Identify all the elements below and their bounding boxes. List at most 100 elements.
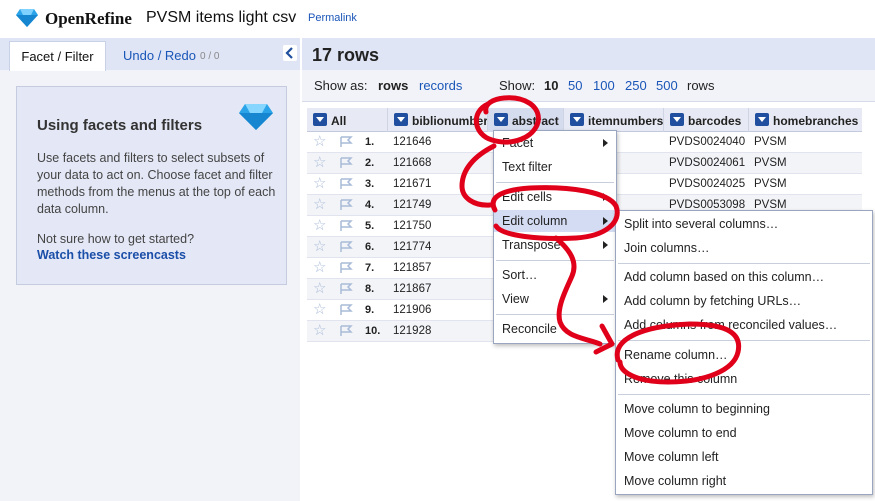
permalink-link[interactable]: Permalink <box>308 12 357 24</box>
page-size-10[interactable]: 10 <box>544 78 558 93</box>
cell-barcode[interactable]: PVDS0024040 <box>669 132 745 152</box>
column-menu-arrow-icon[interactable] <box>755 113 769 127</box>
submenu-arrow-icon <box>603 241 608 249</box>
cell-homebranch[interactable]: PVSM <box>754 132 787 152</box>
star-icon[interactable]: ☆ <box>313 300 327 320</box>
star-icon[interactable]: ☆ <box>313 174 327 194</box>
menu-item-join-columns[interactable]: Join columns… <box>616 237 872 259</box>
menu-item-remove-column[interactable]: Remove this column <box>616 368 872 390</box>
cell-biblionumber[interactable]: 121750 <box>393 216 431 236</box>
cell-biblionumber[interactable]: 121646 <box>393 132 431 152</box>
star-icon[interactable]: ☆ <box>313 216 327 236</box>
flag-icon[interactable] <box>339 262 353 274</box>
menu-item-move-left[interactable]: Move column left <box>616 446 872 468</box>
column-menu-arrow-icon[interactable] <box>313 113 327 127</box>
column-menu-arrow-icon[interactable] <box>670 113 684 127</box>
cell-biblionumber[interactable]: 121671 <box>393 174 431 194</box>
column-menu-arrow-icon[interactable] <box>570 113 584 127</box>
column-header-biblionumber[interactable]: biblionumber <box>387 108 487 132</box>
flag-icon[interactable] <box>339 136 353 148</box>
cell-barcode[interactable]: PVDS0024025 <box>669 174 745 194</box>
flag-icon[interactable] <box>339 241 353 253</box>
column-header-homebranches[interactable]: homebranches <box>748 108 862 132</box>
column-menu-arrow-icon[interactable] <box>494 113 508 127</box>
menu-item-move-beginning[interactable]: Move column to beginning <box>616 398 872 420</box>
facet-help-heading: Using facets and filters <box>37 117 203 134</box>
row-index: 4. <box>365 199 375 211</box>
page-size-250[interactable]: 250 <box>625 78 647 93</box>
column-header-all[interactable]: All <box>307 108 358 132</box>
row-index: 8. <box>365 283 375 295</box>
cell-biblionumber[interactable]: 121906 <box>393 300 431 320</box>
page-size-label: Show: <box>499 78 536 93</box>
menu-item-edit-column[interactable]: Edit column <box>494 210 616 232</box>
collapse-panel-chevron-icon[interactable] <box>283 45 297 61</box>
app-logo-text[interactable]: OpenRefine <box>45 9 132 29</box>
row-index: 3. <box>365 178 375 190</box>
row-index: 1. <box>365 136 375 148</box>
flag-icon[interactable] <box>339 157 353 169</box>
menu-item-split-columns[interactable]: Split into several columns… <box>616 213 872 235</box>
project-title[interactable]: PVSM items light csv <box>146 9 296 27</box>
page-size-500[interactable]: 500 <box>656 78 678 93</box>
star-icon[interactable]: ☆ <box>313 321 327 341</box>
menu-item-sort[interactable]: Sort… <box>494 264 616 286</box>
column-menu-arrow-icon[interactable] <box>394 113 408 127</box>
show-as-rows-option[interactable]: rows <box>378 78 408 93</box>
page-size-50[interactable]: 50 <box>568 78 582 93</box>
star-icon[interactable]: ☆ <box>313 258 327 278</box>
cell-biblionumber[interactable]: 121857 <box>393 258 431 278</box>
cell-barcode[interactable]: PVDS0024061 <box>669 153 745 173</box>
page-size-suffix: rows <box>687 78 715 93</box>
flag-icon[interactable] <box>339 178 353 190</box>
menu-divider <box>618 394 870 395</box>
menu-item-add-column-fetch-urls[interactable]: Add column by fetching URLs… <box>616 290 872 312</box>
cell-homebranch[interactable]: PVSM <box>754 153 787 173</box>
star-icon[interactable]: ☆ <box>313 237 327 257</box>
menu-item-reconcile[interactable]: Reconcile <box>494 318 616 340</box>
flag-icon[interactable] <box>339 220 353 232</box>
page-size-100[interactable]: 100 <box>593 78 615 93</box>
column-context-menu: Facet Text filter Edit cells Edit column… <box>493 130 617 344</box>
star-icon[interactable]: ☆ <box>313 279 327 299</box>
flag-icon[interactable] <box>339 325 353 337</box>
menu-item-transpose[interactable]: Transpose <box>494 234 616 256</box>
menu-item-edit-cells[interactable]: Edit cells <box>494 186 616 208</box>
star-icon[interactable]: ☆ <box>313 132 327 152</box>
menu-item-rename-column[interactable]: Rename column… <box>616 344 872 366</box>
cell-homebranch[interactable]: PVSM <box>754 174 787 194</box>
row-index: 6. <box>365 241 375 253</box>
column-header-abstract[interactable]: abstract <box>487 108 563 132</box>
column-header-barcodes[interactable]: barcodes <box>663 108 748 132</box>
flag-icon[interactable] <box>339 304 353 316</box>
cell-biblionumber[interactable]: 121749 <box>393 195 431 215</box>
cell-biblionumber[interactable]: 121928 <box>393 321 431 341</box>
menu-item-move-right[interactable]: Move column right <box>616 470 872 492</box>
menu-item-add-reconciled-columns[interactable]: Add columns from reconciled values… <box>616 314 872 336</box>
row-index: 7. <box>365 262 375 274</box>
menu-divider <box>496 314 614 315</box>
flag-icon[interactable] <box>339 283 353 295</box>
tab-undo-redo[interactable]: Undo / Redo <box>123 48 196 63</box>
submenu-arrow-icon <box>603 217 608 225</box>
menu-item-text-filter[interactable]: Text filter <box>494 156 616 178</box>
star-icon[interactable]: ☆ <box>313 153 327 173</box>
row-index: 9. <box>365 304 375 316</box>
column-header-itemnumbers[interactable]: itemnumbers <box>563 108 663 132</box>
menu-item-facet[interactable]: Facet <box>494 132 616 154</box>
row-index: 10. <box>365 325 381 337</box>
row-count-bar <box>302 38 875 70</box>
cell-biblionumber[interactable]: 121668 <box>393 153 431 173</box>
menu-item-view[interactable]: View <box>494 288 616 310</box>
facet-help-description: Use facets and filters to select subsets… <box>37 151 276 216</box>
flag-icon[interactable] <box>339 199 353 211</box>
screencasts-link[interactable]: Watch these screencasts <box>37 248 186 262</box>
submenu-arrow-icon <box>603 139 608 147</box>
show-as-records-link[interactable]: records <box>419 78 462 93</box>
menu-item-move-end[interactable]: Move column to end <box>616 422 872 444</box>
menu-item-add-column-based[interactable]: Add column based on this column… <box>616 266 872 288</box>
star-icon[interactable]: ☆ <box>313 195 327 215</box>
cell-biblionumber[interactable]: 121774 <box>393 237 431 257</box>
cell-biblionumber[interactable]: 121867 <box>393 279 431 299</box>
tab-facet-filter[interactable]: Facet / Filter <box>9 41 106 71</box>
